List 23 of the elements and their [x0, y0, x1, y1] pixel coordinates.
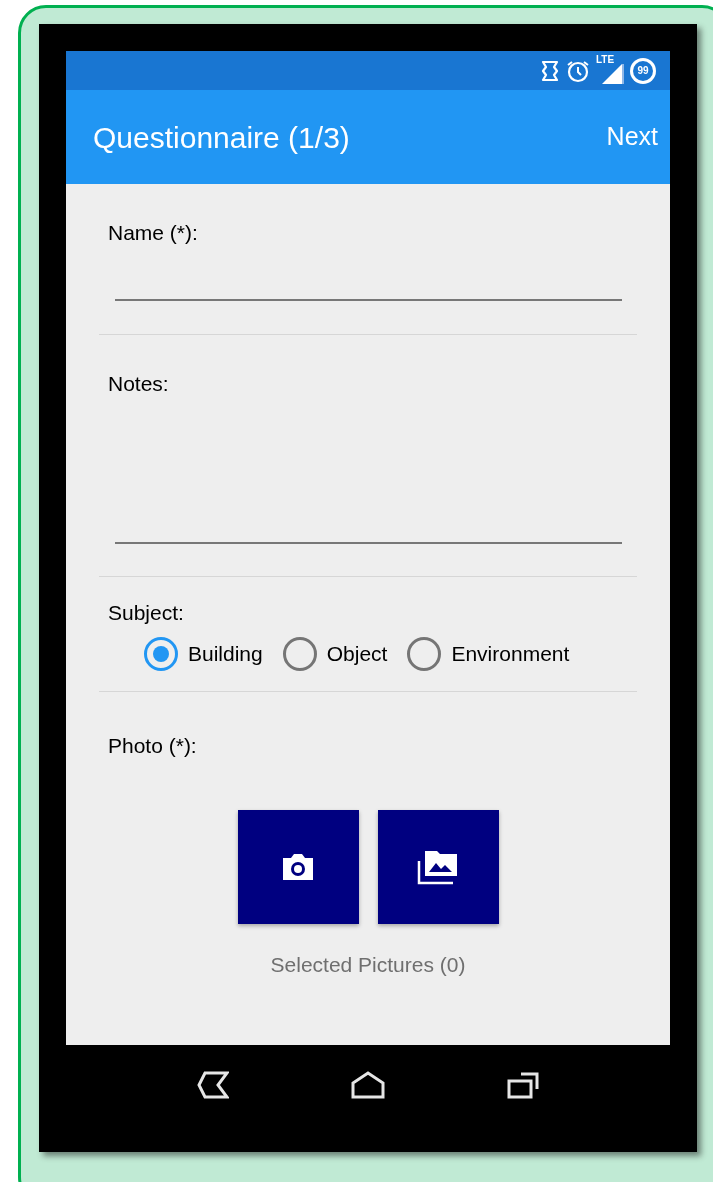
radio-button[interactable]	[144, 637, 178, 671]
camera-icon	[280, 851, 316, 883]
field-label: Name (*):	[108, 220, 199, 246]
radio-button[interactable]	[407, 637, 442, 671]
app-title: Questionnaire (1/3)	[93, 119, 350, 156]
radio-option[interactable]: Object	[282, 637, 388, 671]
camera-button[interactable]	[237, 810, 359, 924]
signal-indicator: LTE	[596, 57, 624, 84]
recent-apps-icon[interactable]	[507, 1071, 539, 1099]
back-icon[interactable]	[197, 1071, 229, 1099]
field-label: Subject:	[108, 600, 185, 626]
gallery-button[interactable]	[377, 810, 499, 924]
field-label: Photo (*):	[108, 733, 198, 759]
selected-pictures-count: Selected Pictures (0)	[269, 952, 467, 978]
photo-library-icon	[417, 849, 459, 885]
data-saver-icon	[540, 59, 560, 82]
radio-button[interactable]	[282, 637, 317, 671]
home-icon[interactable]	[351, 1071, 385, 1099]
radio-option[interactable]: Environment	[407, 637, 570, 671]
battery-indicator: 99	[630, 57, 656, 84]
alarm-clock-icon	[566, 58, 590, 83]
field-label: Notes:	[108, 371, 170, 397]
radio-option[interactable]: Building	[144, 637, 263, 671]
